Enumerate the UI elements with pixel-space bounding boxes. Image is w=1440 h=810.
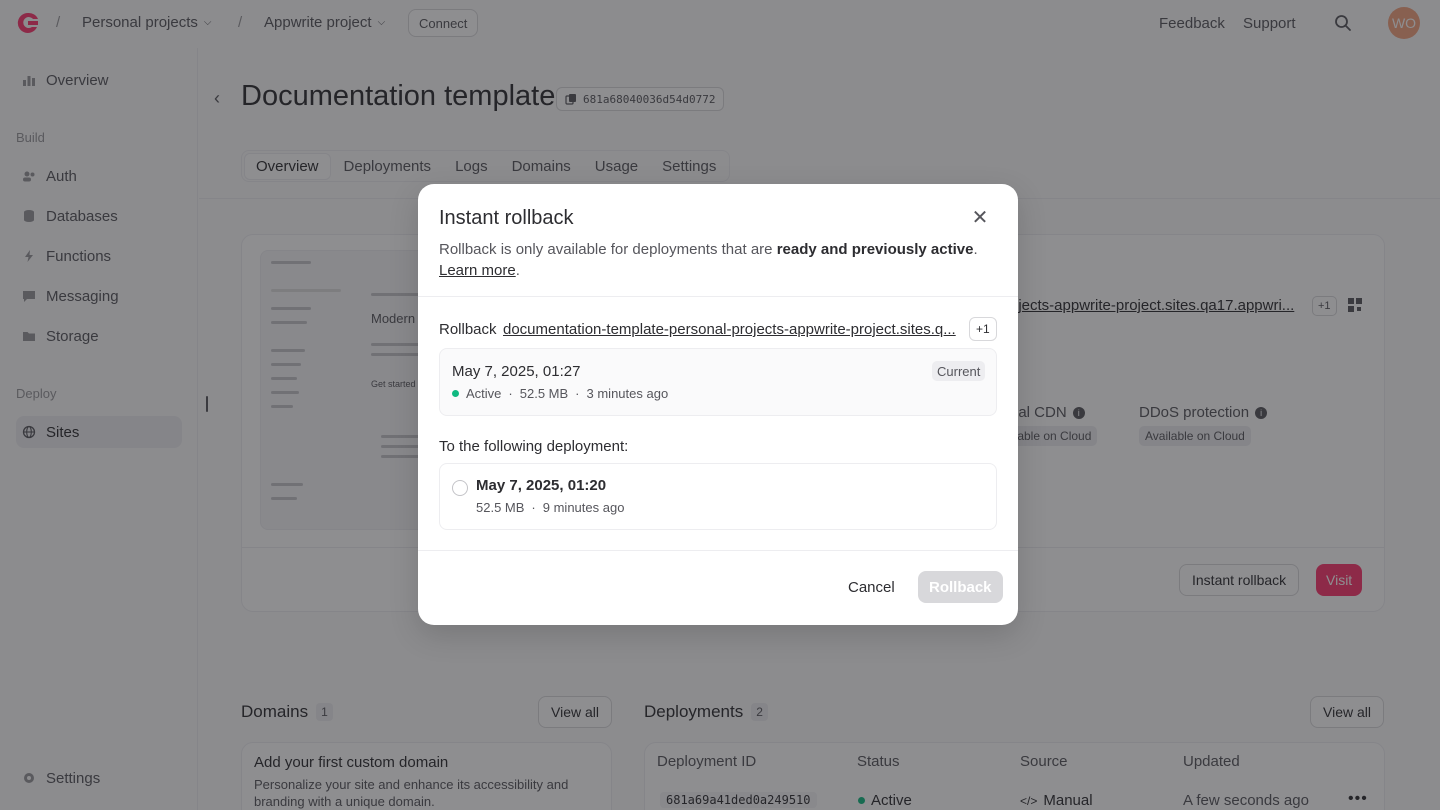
instant-rollback-modal: Instant rollback ✕ Rollback is only avai… bbox=[418, 184, 1018, 625]
time-ago-text: 9 minutes ago bbox=[542, 500, 625, 515]
meta-separator: · bbox=[575, 386, 580, 401]
target-deployment-label: To the following deployment: bbox=[439, 438, 629, 455]
meta-separator: · bbox=[508, 386, 513, 401]
meta-separator: · bbox=[531, 500, 536, 515]
close-icon[interactable]: ✕ bbox=[970, 208, 990, 228]
current-deployment-meta: Active · 52.5 MB · 3 minutes ago bbox=[452, 386, 668, 401]
rollback-domain-label: Rollback bbox=[439, 321, 497, 338]
desc-bold-text: ready and previously active bbox=[776, 241, 974, 258]
modal-footer-divider bbox=[418, 550, 1018, 551]
desc-suffix: . bbox=[973, 241, 978, 258]
time-ago-text: 3 minutes ago bbox=[586, 386, 669, 401]
deployment-radio[interactable] bbox=[452, 480, 468, 496]
desc-text: Rollback is only available for deploymen… bbox=[439, 241, 777, 258]
learn-more-link[interactable]: Learn more bbox=[439, 262, 516, 279]
status-text: Active bbox=[466, 386, 502, 401]
modal-divider bbox=[418, 296, 1018, 297]
cancel-button[interactable]: Cancel bbox=[838, 571, 905, 603]
rollback-button[interactable]: Rollback bbox=[918, 571, 1003, 603]
active-status-dot bbox=[452, 390, 459, 397]
current-deployment-date: May 7, 2025, 01:27 bbox=[452, 363, 581, 380]
more-domains-chip[interactable]: +1 bbox=[969, 317, 997, 341]
current-deployment-card bbox=[439, 348, 997, 416]
modal-title: Instant rollback bbox=[439, 207, 574, 229]
rollback-domain-link[interactable]: documentation-template-personal-projects… bbox=[503, 321, 963, 338]
size-text: 52.5 MB bbox=[519, 386, 569, 401]
modal-description: Rollback is only available for deploymen… bbox=[439, 239, 979, 281]
learn-suffix: . bbox=[515, 262, 520, 279]
target-deployment-date: May 7, 2025, 01:20 bbox=[476, 477, 607, 494]
target-deployment-meta: 52.5 MB · 9 minutes ago bbox=[476, 500, 624, 515]
target-deployment-option[interactable] bbox=[439, 463, 997, 530]
size-text: 52.5 MB bbox=[476, 500, 525, 515]
current-badge: Current bbox=[932, 361, 986, 381]
